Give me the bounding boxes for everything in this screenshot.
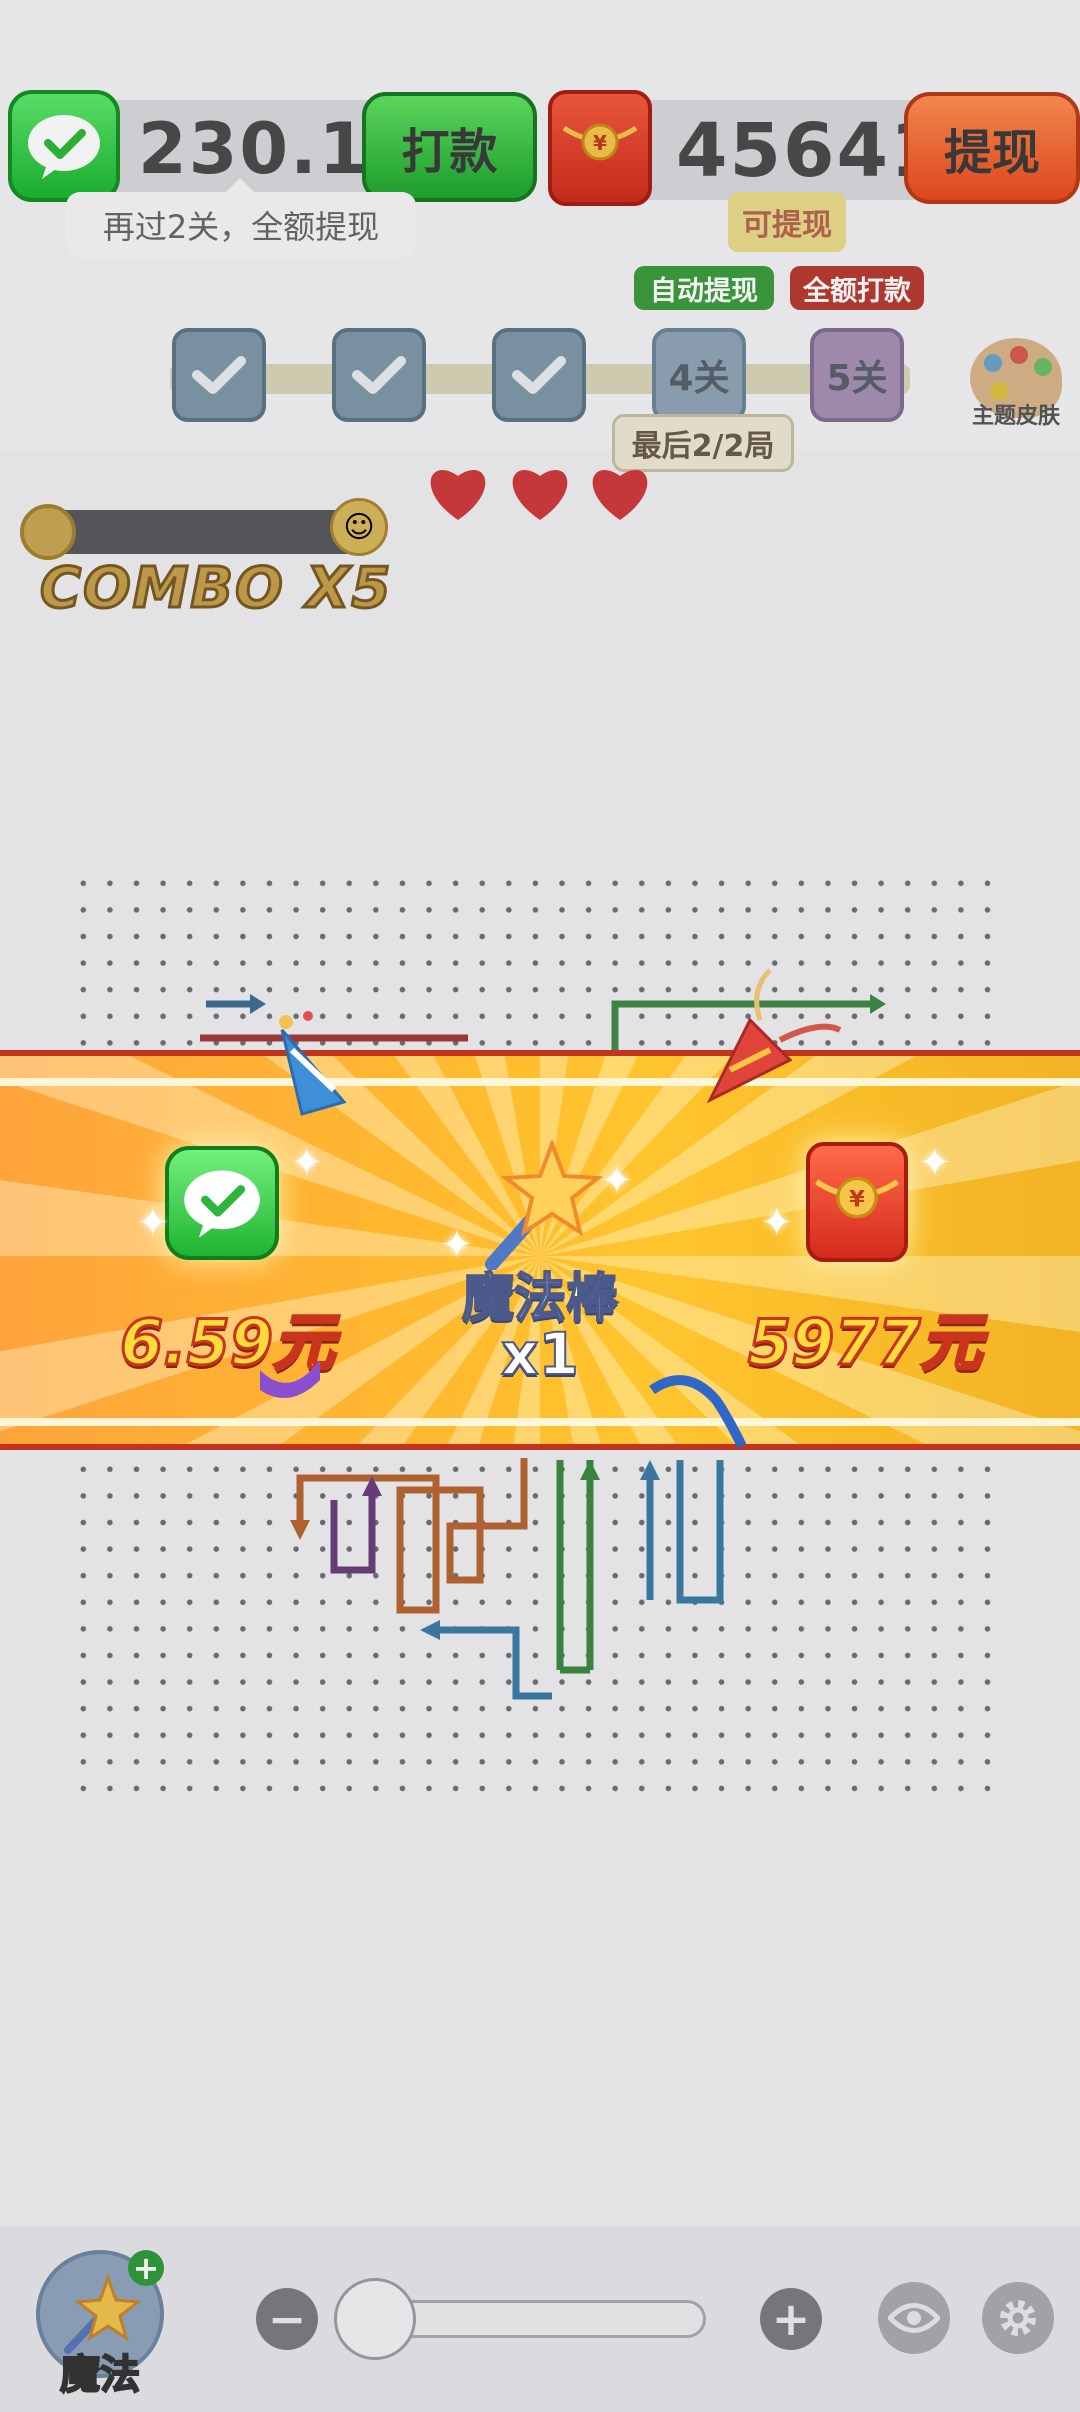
svg-text:¥: ¥ — [849, 1187, 865, 1213]
sparkle-icon: ✦ — [600, 1158, 634, 1204]
confetti-ribbon-icon — [260, 1360, 320, 1398]
magic-wand-reward-count: x1 — [500, 1319, 580, 1389]
reward-redpacket-amount: 5977元 — [747, 1305, 985, 1381]
banner-stripe-bottom — [0, 1418, 1080, 1426]
reward-redpacket-icon: ¥ — [806, 1142, 908, 1262]
reward-wechat-icon — [165, 1146, 279, 1260]
sparkle-icon: ✦ — [136, 1200, 170, 1246]
party-popper-icon — [279, 1011, 347, 1116]
sparkle-icon: ✦ — [440, 1222, 474, 1268]
sparkle-icon: ✦ — [290, 1140, 324, 1186]
confetti-ribbon-icon — [649, 1375, 746, 1449]
sparkle-icon: ✦ — [918, 1140, 952, 1186]
party-popper-icon — [706, 968, 842, 1104]
banner-stripe-top — [0, 1078, 1080, 1086]
sparkle-icon: ✦ — [760, 1200, 794, 1246]
